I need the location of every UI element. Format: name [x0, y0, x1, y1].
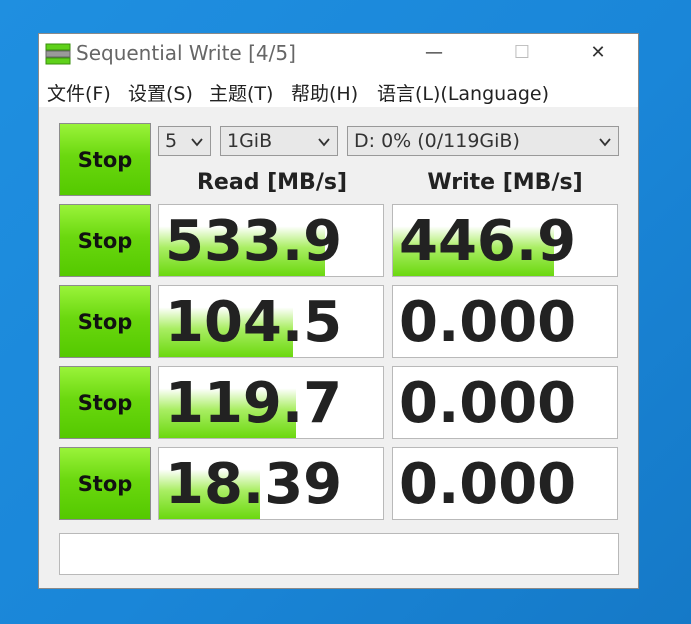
write-result-row3: 0.000: [392, 366, 618, 439]
drive-value: D: 0% (0/119GiB): [354, 130, 520, 152]
read-result-row3: 119.7: [158, 366, 384, 439]
read-result-row2: 104.5: [158, 285, 384, 358]
read-value: 533.9: [165, 209, 343, 274]
disk-app-icon: [45, 43, 71, 65]
app-window: Sequential Write [4/5] — ☐ ✕ 文件(F) 设置(S)…: [38, 33, 639, 589]
write-value: 0.000: [399, 452, 577, 517]
menu-file[interactable]: 文件(F): [47, 79, 111, 106]
test-count-select[interactable]: 5: [158, 126, 211, 156]
write-value: 0.000: [399, 371, 577, 436]
menu-language[interactable]: 语言(L)(Language): [377, 79, 549, 106]
chevron-down-icon: [599, 138, 611, 147]
window-title: Sequential Write [4/5]: [76, 41, 296, 65]
stop-row4-button[interactable]: Stop: [59, 447, 151, 520]
minimize-button[interactable]: —: [411, 34, 457, 72]
chevron-down-icon: [191, 138, 203, 147]
read-column-header: Read [MB/s]: [196, 170, 347, 195]
maximize-button[interactable]: ☐: [499, 34, 545, 72]
chevron-down-icon: [318, 138, 330, 147]
stop-row3-button[interactable]: Stop: [59, 366, 151, 439]
stop-row2-button[interactable]: Stop: [59, 285, 151, 358]
menu-bar: 文件(F) 设置(S) 主题(T) 帮助(H) 语言(L)(Language): [39, 74, 638, 106]
menu-theme[interactable]: 主题(T): [209, 79, 273, 106]
write-result-seq: 446.9: [392, 204, 618, 277]
write-result-row4: 0.000: [392, 447, 618, 520]
read-value: 18.39: [165, 452, 343, 517]
read-result-row4: 18.39: [158, 447, 384, 520]
write-value: 446.9: [399, 209, 577, 274]
close-button[interactable]: ✕: [575, 34, 621, 72]
test-size-value: 1GiB: [227, 130, 273, 152]
write-column-header: Write [MB/s]: [427, 170, 583, 195]
menu-settings[interactable]: 设置(S): [128, 79, 193, 106]
read-value: 104.5: [165, 290, 343, 355]
title-bar[interactable]: Sequential Write [4/5] — ☐ ✕: [39, 34, 638, 72]
read-value: 119.7: [165, 371, 343, 436]
write-result-row2: 0.000: [392, 285, 618, 358]
stop-seq-button[interactable]: Stop: [59, 204, 151, 277]
read-result-seq: 533.9: [158, 204, 384, 277]
benchmark-panel: Stop 5 1GiB D: 0% (0/119GiB) Read [MB/s]…: [39, 107, 638, 588]
write-value: 0.000: [399, 290, 577, 355]
stop-all-button[interactable]: Stop: [59, 123, 151, 196]
menu-help[interactable]: 帮助(H): [291, 79, 358, 106]
drive-select[interactable]: D: 0% (0/119GiB): [347, 126, 619, 156]
test-size-select[interactable]: 1GiB: [220, 126, 338, 156]
comment-field[interactable]: [59, 533, 619, 575]
test-count-value: 5: [165, 130, 178, 152]
